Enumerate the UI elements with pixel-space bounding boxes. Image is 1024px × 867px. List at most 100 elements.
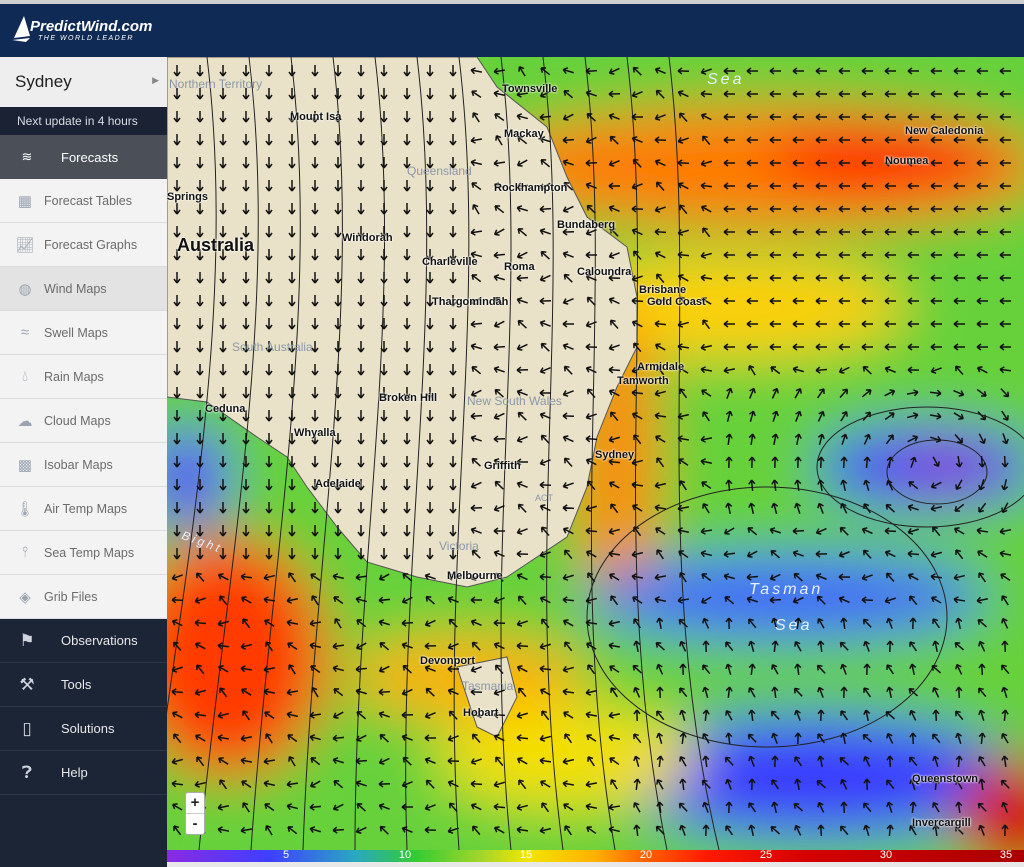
isobar-icon: ▩	[17, 456, 33, 474]
item-label: Solutions	[61, 721, 115, 736]
sidebar-item-help[interactable]: ❓︎ Help	[0, 751, 167, 795]
legend-tick: 20	[639, 849, 653, 861]
brand-name: PredictWind.com	[30, 18, 153, 35]
place-label: Gold Coast	[647, 296, 706, 308]
update-status: Next update in 4 hours	[0, 107, 167, 135]
legend-tick: 30	[879, 849, 893, 861]
legend-footer	[167, 862, 1024, 867]
place-label: Mount Isa	[290, 111, 342, 123]
place-label: Ceduna	[205, 403, 246, 415]
zoom-out-button[interactable]: -	[186, 814, 204, 835]
thermometer-icon: 🌡︎	[15, 500, 35, 518]
place-label: Broken Hill	[379, 392, 438, 404]
legend-tick: 15	[519, 849, 533, 861]
item-label: Help	[61, 765, 88, 780]
zoom-in-button[interactable]: +	[186, 793, 204, 814]
country-label: Australia	[177, 235, 255, 255]
location-name: Sydney	[15, 72, 72, 91]
place-label: Devonport	[420, 655, 475, 667]
sea-temp-icon: ⫯	[21, 544, 29, 561]
legend-tick: 35	[999, 849, 1013, 861]
region-label: Tasmania	[462, 679, 514, 693]
place-label: Tamworth	[617, 375, 669, 387]
place-label: Armidale	[637, 361, 685, 373]
item-label: Sea Temp Maps	[44, 545, 135, 560]
sidebar-item-forecast-graphs[interactable]: 📈︎ Forecast Graphs	[0, 223, 167, 267]
place-label: Springs	[167, 191, 208, 203]
location-selector[interactable]: Sydney ▶	[0, 57, 167, 107]
chevron-right-icon: ▶	[152, 75, 159, 85]
cloud-icon: ☁	[17, 412, 33, 430]
place-label: Hobart	[463, 707, 499, 719]
sidebar-item-isobar-maps[interactable]: ▩ Isobar Maps	[0, 443, 167, 487]
place-label: Townsville	[502, 83, 558, 95]
item-label: Cloud Maps	[44, 413, 111, 428]
region-label: Northern Territory	[169, 77, 263, 91]
sea-label: Sea	[775, 617, 813, 634]
wind-map[interactable]: Northern Territory Queensland South Aust…	[167, 57, 1024, 850]
region-label: Queensland	[407, 164, 472, 178]
sidebar-item-observations[interactable]: ⚑ Observations	[0, 619, 167, 663]
brand-tagline: THE WORLD LEADER	[38, 35, 134, 42]
phone-icon: ▯	[22, 718, 32, 738]
sidebar-item-grib-files[interactable]: ◈ Grib Files	[0, 575, 167, 619]
place-label: Whyalla	[294, 427, 336, 439]
sidebar-item-tools[interactable]: ⚒ Tools	[0, 663, 167, 707]
item-label: Rain Maps	[44, 369, 104, 384]
forecasts-label: Forecasts	[61, 149, 119, 165]
wind-speed-legend: 5 10 15 20 25 30 35	[167, 849, 1024, 862]
sail-logo-icon	[12, 16, 30, 42]
place-label: Thargomindah	[432, 296, 509, 308]
forecasts-section[interactable]: ≋ Forecasts	[0, 135, 167, 179]
table-icon: ▦	[17, 192, 33, 210]
header: PredictWind.com THE WORLD LEADER	[0, 4, 1024, 57]
place-label: Invercargill	[912, 817, 971, 829]
item-label: Forecast Tables	[44, 193, 133, 208]
sea-label: Sea	[707, 71, 745, 88]
item-label: Isobar Maps	[44, 457, 113, 472]
item-label: Observations	[61, 633, 138, 648]
grib-icon: ◈	[19, 588, 31, 606]
sidebar-item-solutions[interactable]: ▯ Solutions	[0, 707, 167, 751]
place-label: Adelaide	[315, 478, 361, 490]
legend-tick: 10	[398, 849, 412, 861]
region-label: New South Wales	[467, 394, 562, 408]
zoom-control: + -	[185, 792, 205, 835]
item-label: Air Temp Maps	[44, 501, 128, 516]
help-bubble-icon: ❓︎	[21, 762, 33, 782]
legend-tick: 5	[282, 849, 290, 861]
flags-icon: ⚑	[19, 630, 35, 650]
sidebar-item-wind-maps[interactable]: ◍ Wind Maps	[0, 267, 167, 311]
place-label: Caloundra	[577, 266, 632, 278]
place-label: Charleville	[422, 256, 478, 268]
place-label: Noumea	[885, 155, 929, 167]
hammer-icon: ⚒	[19, 674, 35, 694]
graph-icon: 📈︎	[15, 236, 35, 254]
item-label: Grib Files	[44, 589, 98, 604]
place-label: New Caledonia	[905, 125, 984, 137]
place-label: Rockhampton	[494, 182, 568, 194]
item-label: Tools	[61, 677, 92, 692]
place-label: Bundaberg	[557, 219, 616, 231]
item-label: Swell Maps	[44, 325, 108, 340]
sidebar-item-forecast-tables[interactable]: ▦ Forecast Tables	[0, 179, 167, 223]
sidebar-item-sea-temp-maps[interactable]: ⫯ Sea Temp Maps	[0, 531, 167, 575]
wind-icon: ≋	[21, 149, 33, 164]
place-label: Melbourne	[447, 570, 503, 582]
legend-tick: 25	[759, 849, 773, 861]
globe-icon: ◍	[18, 280, 32, 298]
region-label: South Australia	[232, 340, 313, 354]
sidebar-item-swell-maps[interactable]: ≈ Swell Maps	[0, 311, 167, 355]
sidebar-item-air-temp-maps[interactable]: 🌡︎ Air Temp Maps	[0, 487, 167, 531]
place-label: Sydney	[595, 449, 635, 461]
sidebar-item-rain-maps[interactable]: 💧︎ Rain Maps	[0, 355, 167, 399]
swell-icon: ≈	[20, 324, 30, 341]
sidebar-item-cloud-maps[interactable]: ☁ Cloud Maps	[0, 399, 167, 443]
place-label: Roma	[504, 261, 535, 273]
region-label: Victoria	[439, 539, 479, 553]
region-label: ACT	[535, 493, 553, 503]
rain-drop-icon: 💧︎	[21, 368, 28, 385]
place-label: Griffith	[484, 460, 521, 472]
sidebar: Sydney ▶ Next update in 4 hours ≋ Forecast…	[0, 57, 167, 867]
place-label: Brisbane	[639, 284, 687, 296]
